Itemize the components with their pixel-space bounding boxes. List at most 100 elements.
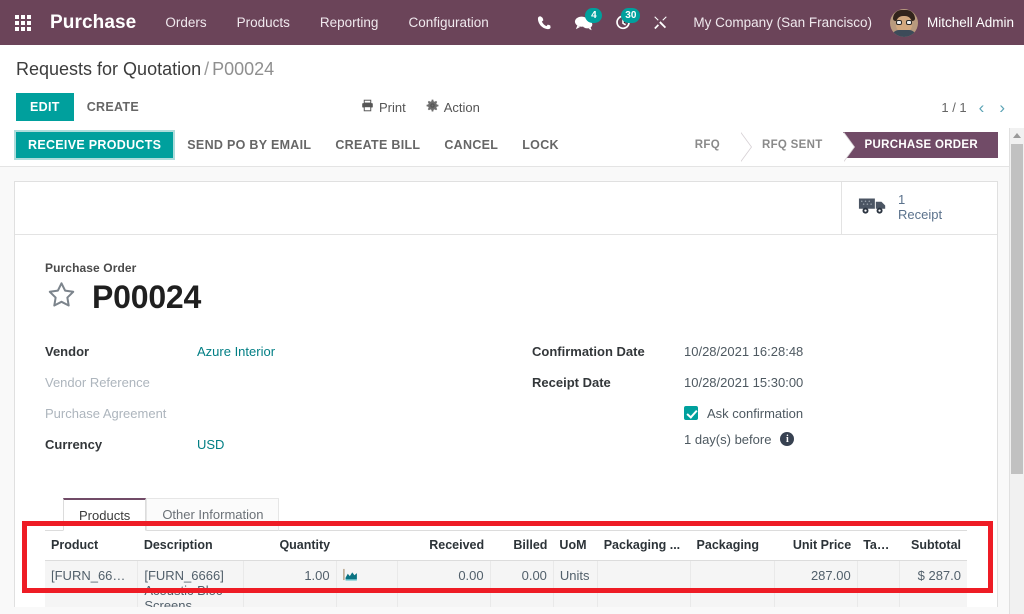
- record-title: P00024: [45, 279, 967, 316]
- receipt-smart-button[interactable]: 1 Receipt: [841, 182, 997, 234]
- top-navbar: Purchase Orders Products Reporting Confi…: [0, 0, 1024, 45]
- status-step-rfq-sent[interactable]: RFQ SENT: [740, 132, 843, 158]
- field-label-receipt-date: Receipt Date: [532, 375, 684, 390]
- breadcrumb-current: P00024: [212, 59, 274, 79]
- control-panel: Requests for Quotation/P00024 EDIT CREAT…: [0, 45, 1024, 124]
- field-value-vendor[interactable]: Azure Interior: [197, 344, 275, 359]
- scrollbar-thumb[interactable]: [1011, 144, 1023, 474]
- smart-button-box: 1 Receipt: [15, 182, 997, 235]
- messages-icon[interactable]: 4: [563, 15, 604, 31]
- scroll-up-arrow-icon[interactable]: [1010, 128, 1024, 143]
- col-unit-price[interactable]: Unit Price: [775, 531, 857, 561]
- cell-quantity[interactable]: 1.00: [243, 560, 336, 607]
- navbar-right-tools: 4 30 My Company (San Francisco) Mitchell…: [526, 9, 1024, 37]
- cell-unit-price[interactable]: 287.00: [775, 560, 857, 607]
- col-quantity[interactable]: Quantity: [243, 531, 336, 561]
- odoo-purchase-order-page: Purchase Orders Products Reporting Confi…: [0, 0, 1024, 614]
- apps-grid-icon[interactable]: [0, 15, 46, 31]
- field-label-vendor: Vendor: [45, 344, 197, 359]
- control-panel-buttons: EDIT CREATE Print Action 1 / 1: [16, 90, 1008, 124]
- days-before-value: 1 day(s) before: [684, 432, 771, 447]
- col-description[interactable]: Description: [138, 531, 243, 561]
- notebook-tabs: Products Other Information: [45, 498, 967, 531]
- phone-icon[interactable]: [526, 15, 563, 30]
- status-step-purchase-order[interactable]: PURCHASE ORDER: [843, 132, 998, 158]
- print-label: Print: [379, 100, 406, 115]
- cell-tax[interactable]: [857, 560, 899, 607]
- cell-billed[interactable]: 0.00: [490, 560, 553, 607]
- pager-value: 1 / 1: [941, 100, 966, 115]
- pager-previous-button[interactable]: ‹: [976, 99, 988, 116]
- form-right-column: Confirmation Date 10/28/2021 16:28:48 Re…: [506, 344, 967, 468]
- messages-badge: 4: [585, 8, 602, 23]
- activities-badge: 30: [621, 8, 640, 23]
- cell-product[interactable]: [FURN_6666]…: [45, 560, 138, 607]
- cell-uom[interactable]: Units: [553, 560, 597, 607]
- notebook: Products Other Information Product: [45, 498, 967, 607]
- field-value-currency[interactable]: USD: [197, 437, 224, 452]
- field-ask-confirmation: Ask confirmation: [532, 406, 967, 421]
- col-received[interactable]: Received: [397, 531, 490, 561]
- create-bill-button[interactable]: CREATE BILL: [323, 132, 432, 158]
- status-bar: RECEIVE PRODUCTS SEND PO BY EMAIL CREATE…: [0, 124, 1024, 167]
- activities-clock-icon[interactable]: 30: [604, 15, 642, 31]
- field-confirmation-date: Confirmation Date 10/28/2021 16:28:48: [532, 344, 967, 362]
- col-billed[interactable]: Billed: [490, 531, 553, 561]
- pager-next-button[interactable]: ›: [996, 99, 1008, 116]
- tab-products[interactable]: Products: [63, 498, 146, 531]
- field-label-purchase-agreement: Purchase Agreement: [45, 406, 197, 421]
- cancel-button[interactable]: CANCEL: [432, 132, 510, 158]
- user-name: Mitchell Admin: [927, 15, 1014, 30]
- wrench-debug-icon[interactable]: [642, 15, 679, 30]
- menu-orders[interactable]: Orders: [150, 15, 221, 30]
- avatar: [890, 9, 918, 37]
- status-step-rfq[interactable]: RFQ: [673, 132, 740, 158]
- breadcrumb-separator: /: [201, 59, 212, 79]
- user-menu[interactable]: Mitchell Admin: [886, 9, 1014, 37]
- app-brand-purchase[interactable]: Purchase: [46, 12, 150, 34]
- field-label-confirmation-date: Confirmation Date: [532, 344, 684, 359]
- cell-received[interactable]: 0.00: [397, 560, 490, 607]
- table-row[interactable]: [FURN_6666]… [FURN_6666] Acoustic Bloc S…: [45, 560, 967, 607]
- edit-button[interactable]: EDIT: [16, 93, 74, 121]
- breadcrumb-root[interactable]: Requests for Quotation: [16, 59, 201, 79]
- field-label-vendor-reference: Vendor Reference: [45, 375, 197, 390]
- form-left-column: Vendor Azure Interior Vendor Reference P…: [45, 344, 506, 468]
- col-subtotal[interactable]: Subtotal: [899, 531, 967, 561]
- company-selector[interactable]: My Company (San Francisco): [679, 15, 886, 30]
- col-product[interactable]: Product: [45, 531, 138, 561]
- field-purchase-agreement: Purchase Agreement: [45, 406, 506, 424]
- menu-reporting[interactable]: Reporting: [305, 15, 394, 30]
- field-value-confirmation-date: 10/28/2021 16:28:48: [684, 344, 803, 359]
- col-packaging[interactable]: Packaging: [691, 531, 775, 561]
- field-vendor-reference: Vendor Reference: [45, 375, 506, 393]
- record-title-label: Purchase Order: [45, 261, 967, 275]
- receive-products-button[interactable]: RECEIVE PRODUCTS: [14, 130, 175, 160]
- tab-other-information[interactable]: Other Information: [146, 498, 279, 531]
- vertical-scrollbar[interactable]: [1009, 128, 1024, 614]
- cell-packaging[interactable]: [691, 560, 775, 607]
- send-po-by-email-button[interactable]: SEND PO BY EMAIL: [175, 132, 323, 158]
- create-button[interactable]: CREATE: [74, 93, 152, 121]
- print-dropdown[interactable]: Print: [361, 99, 406, 115]
- field-days-before: 1 day(s) before i: [532, 432, 967, 447]
- area-chart-icon[interactable]: [343, 569, 360, 584]
- col-packaging-qty[interactable]: Packaging ...: [598, 531, 691, 561]
- menu-products[interactable]: Products: [222, 15, 305, 30]
- control-panel-actions: Print Action: [361, 99, 480, 115]
- col-tax[interactable]: Tax...: [857, 531, 899, 561]
- cell-subtotal[interactable]: $ 287.0: [899, 560, 967, 607]
- cell-description[interactable]: [FURN_6666] Acoustic Bloc Screens: [138, 560, 243, 607]
- cell-packaging-qty[interactable]: [598, 560, 691, 607]
- lock-button[interactable]: LOCK: [510, 132, 571, 158]
- menu-configuration[interactable]: Configuration: [393, 15, 503, 30]
- status-stepper: RFQ RFQ SENT PURCHASE ORDER: [673, 132, 1024, 158]
- action-dropdown[interactable]: Action: [426, 99, 480, 115]
- form-sheet: 1 Receipt Purchase Order P00024 Ve: [14, 181, 998, 607]
- table-header-row: Product Description Quantity Received Bi…: [45, 531, 967, 561]
- col-uom[interactable]: UoM: [553, 531, 597, 561]
- info-icon[interactable]: i: [780, 432, 794, 446]
- ask-confirmation-checkbox[interactable]: [684, 406, 698, 420]
- cell-forecast[interactable]: [336, 560, 397, 607]
- star-outline-icon[interactable]: [45, 279, 78, 316]
